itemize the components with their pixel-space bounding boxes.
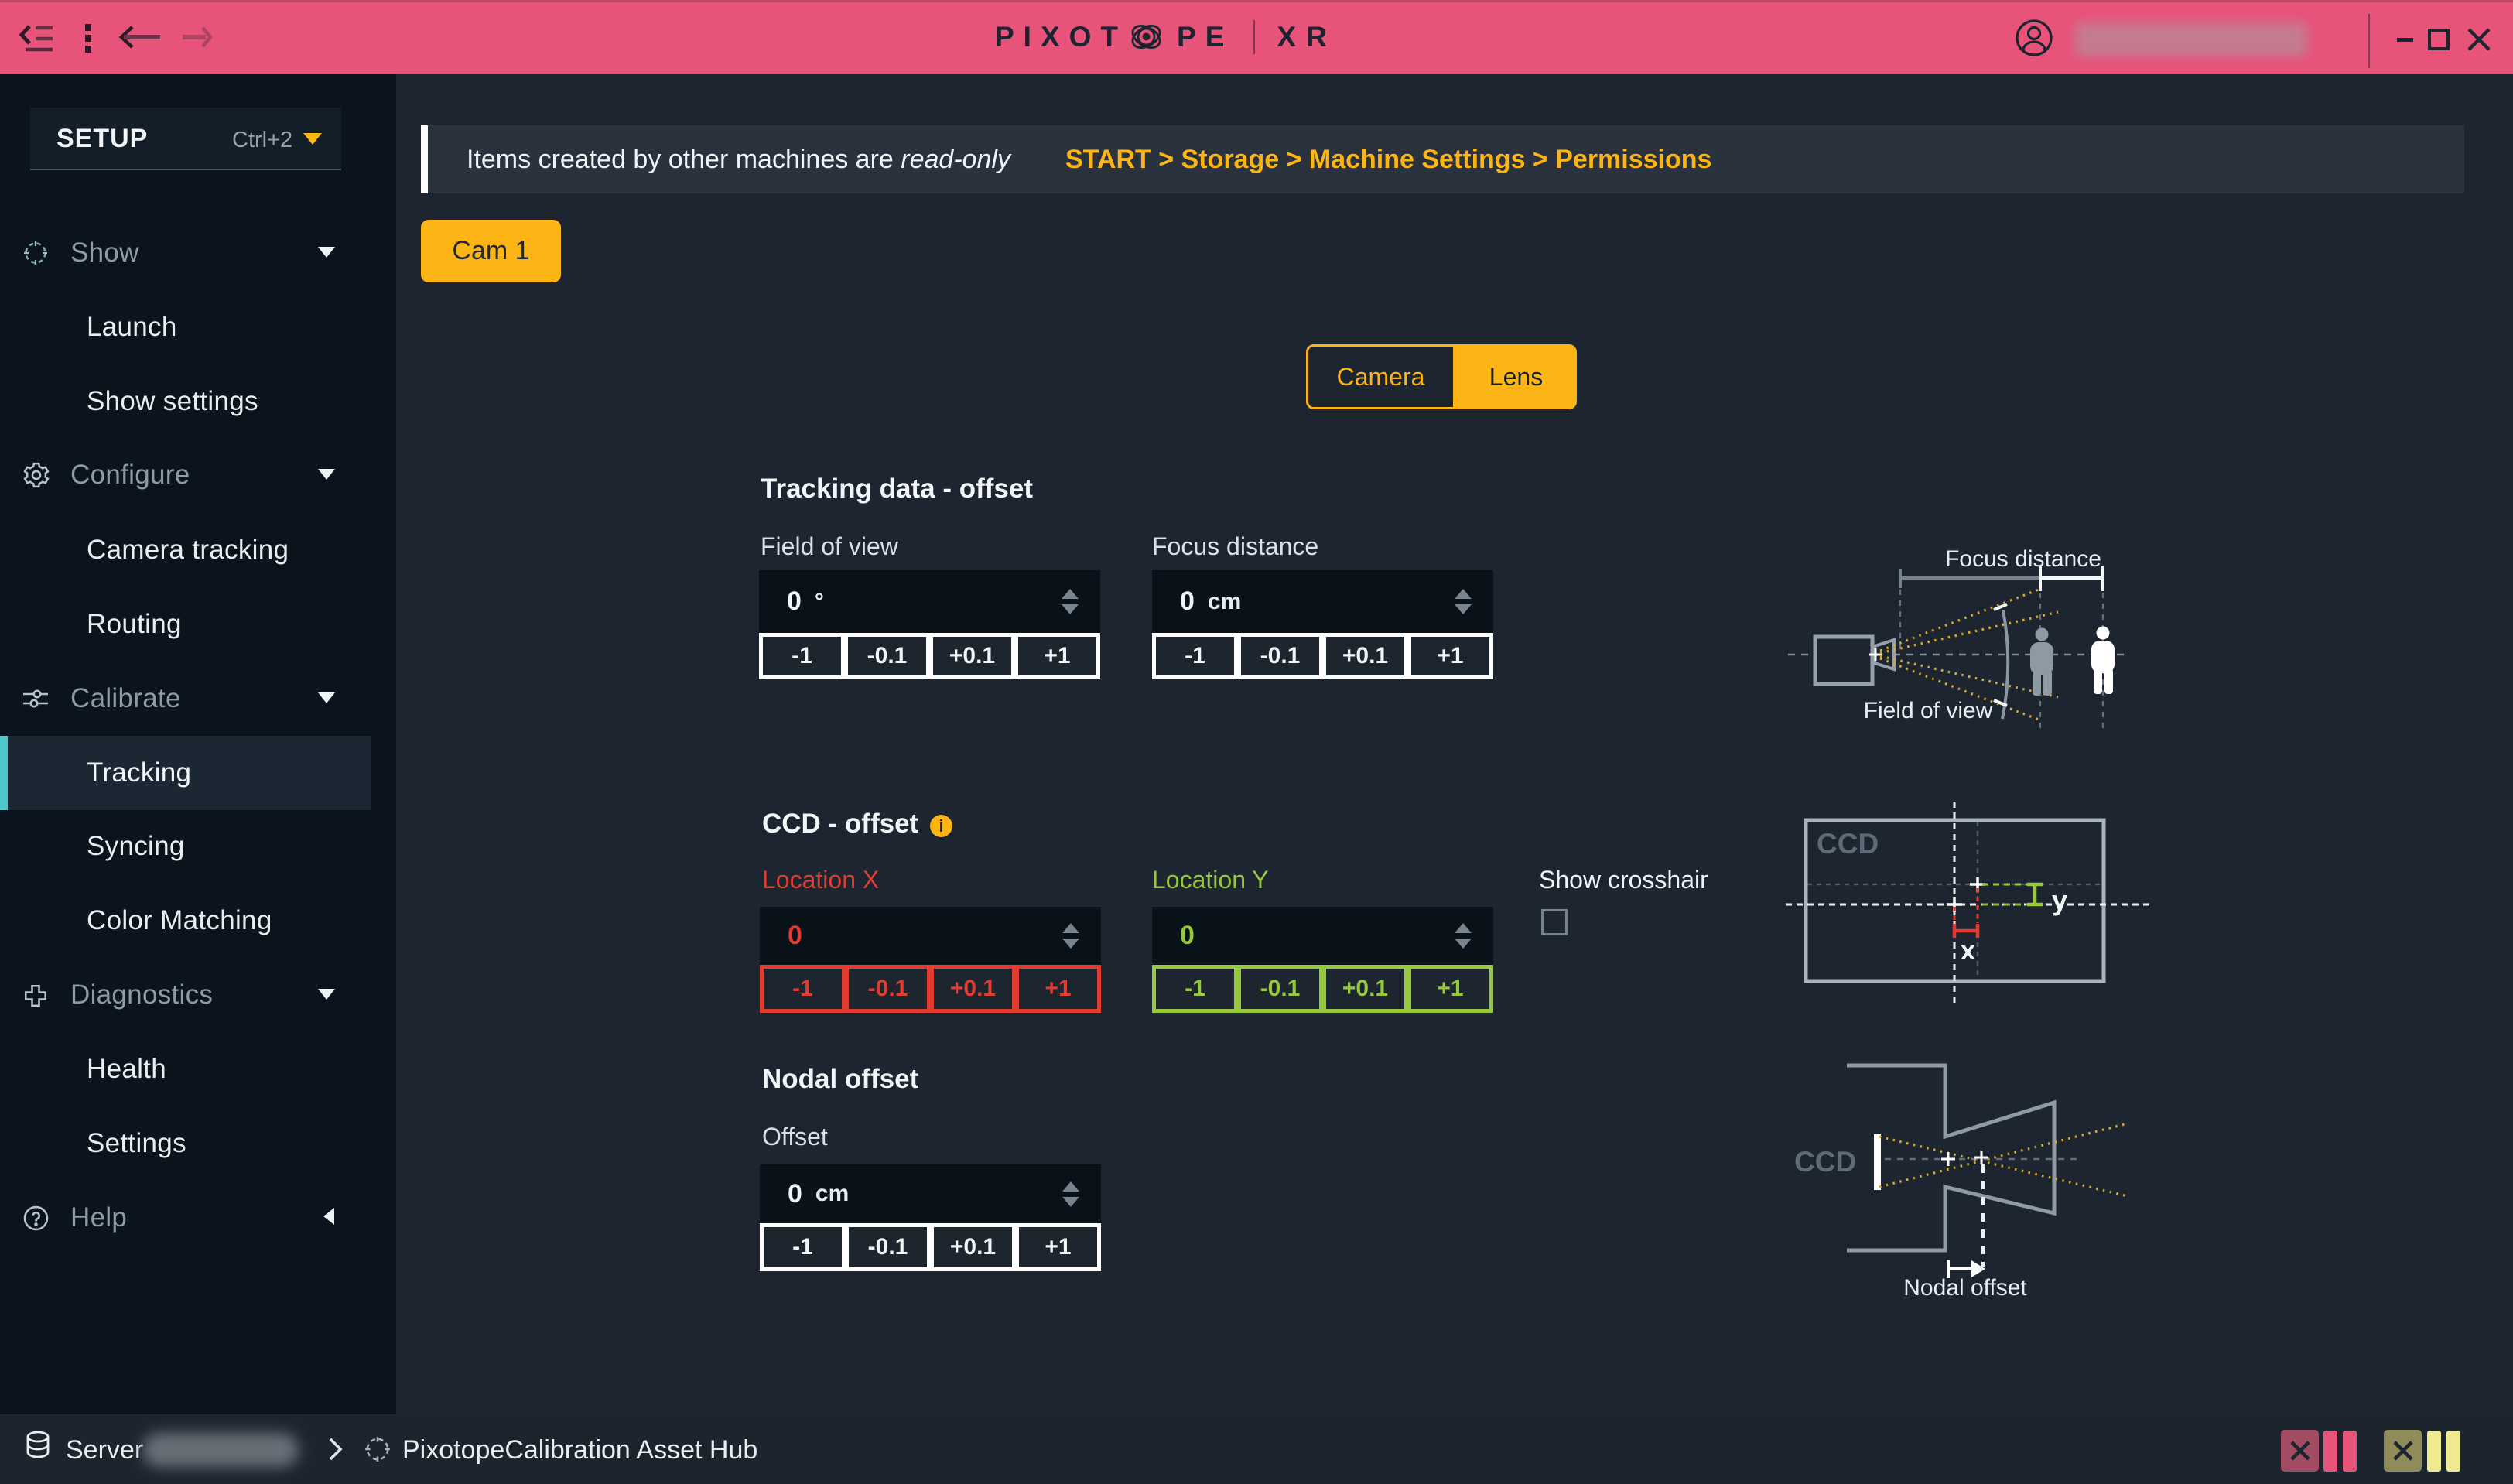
svg-text:CCD: CCD [1794, 1146, 1856, 1178]
svg-text:Field of view: Field of view [1864, 698, 1993, 723]
svg-text:Focus distance: Focus distance [1945, 546, 2101, 572]
svg-text:Nodal offset: Nodal offset [1903, 1275, 2027, 1301]
svg-text:y: y [2052, 884, 2067, 916]
svg-text:x: x [1961, 936, 1975, 966]
svg-text:CCD: CCD [1817, 828, 1879, 860]
